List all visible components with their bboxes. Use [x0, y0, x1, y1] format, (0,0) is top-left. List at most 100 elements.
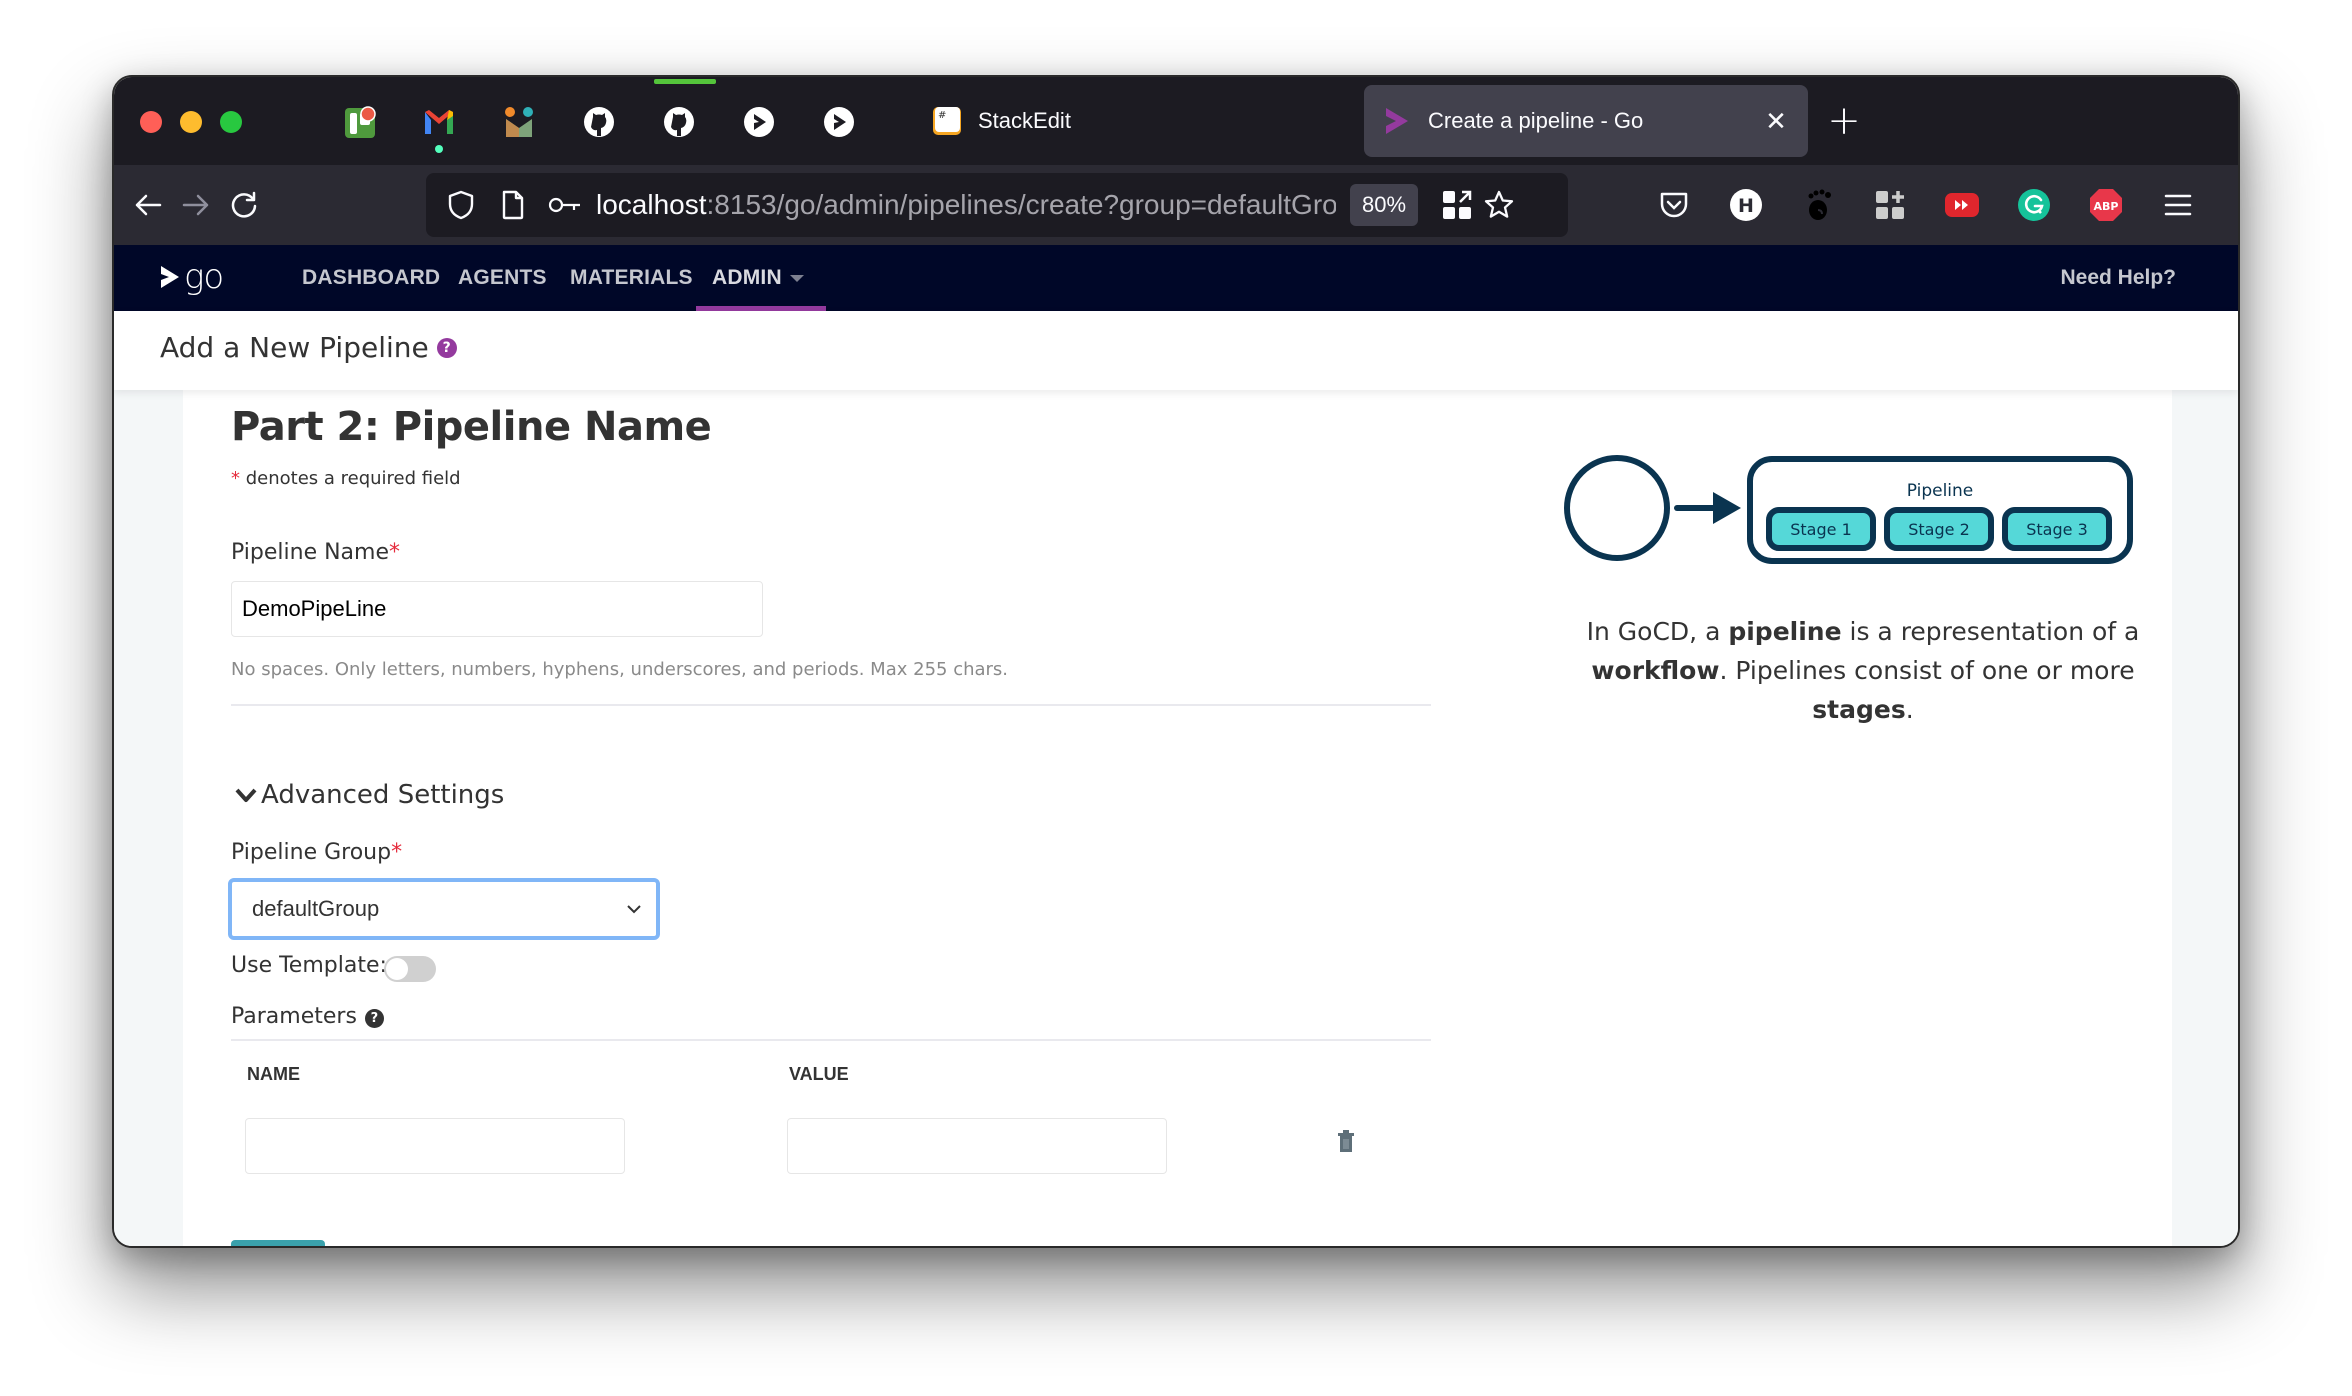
nav-dashboard[interactable]: DASHBOARD: [302, 245, 440, 311]
back-button[interactable]: [126, 183, 170, 227]
forward-button[interactable]: [174, 183, 218, 227]
gnome-extension[interactable]: [1798, 185, 1838, 225]
page-title-text: Add a New Pipeline: [160, 331, 429, 364]
use-template-toggle[interactable]: [384, 956, 436, 982]
apps-grid-extension[interactable]: [1870, 185, 1910, 225]
pinned-tab-indicator: [654, 79, 716, 84]
key-icon[interactable]: [548, 188, 582, 222]
add-parameter-button[interactable]: + Add: [231, 1240, 325, 1249]
content-panel: Part 2: Pipeline Name * denotes a requir…: [183, 390, 2172, 1249]
pinned-tab-gmail[interactable]: [422, 105, 456, 153]
page-icon[interactable]: [496, 188, 530, 222]
help-icon[interactable]: ?: [364, 1009, 384, 1028]
pinned-tab-app[interactable]: [502, 105, 536, 139]
label-text: Parameters: [231, 1004, 357, 1029]
bookmark-star-icon[interactable]: [1482, 188, 1516, 222]
pipeline-name-hint: No spaces. Only letters, numbers, hyphen…: [231, 659, 1009, 680]
browser-window: # StackEdit ✕ Create a pipeline - Go ✕ +: [112, 75, 2240, 1248]
trash-icon[interactable]: [1336, 1129, 1356, 1153]
nav-materials[interactable]: MATERIALS: [570, 245, 693, 311]
trello-icon: [345, 106, 376, 138]
nav-admin[interactable]: ADMIN: [696, 245, 826, 311]
pocket-icon: [1660, 192, 1688, 218]
apps-grid-icon: [1876, 191, 1904, 219]
parameters-label: Parameters?: [231, 1004, 384, 1029]
stackedit-icon: #: [933, 107, 961, 135]
grammarly-icon: [2018, 189, 2050, 221]
advanced-settings-toggle[interactable]: Advanced Settings: [235, 780, 504, 810]
github-icon: [584, 107, 614, 137]
use-template-label: Use Template:: [231, 953, 387, 978]
url-text[interactable]: localhost:8153/go/admin/pipelines/create…: [596, 189, 1336, 221]
stage-1: Stage 1: [1766, 507, 1876, 551]
parameter-value-input[interactable]: [787, 1118, 1167, 1174]
gocd-icon: [1386, 108, 1408, 134]
grammarly-extension[interactable]: [2014, 185, 2054, 225]
column-header-name: NAME: [247, 1064, 300, 1084]
pocket-button[interactable]: [1654, 185, 1694, 225]
nav-agents[interactable]: AGENTS: [458, 245, 547, 311]
pinned-tab-gocd-2[interactable]: [822, 105, 856, 139]
parameter-name-input[interactable]: [245, 1118, 625, 1174]
qr-code-icon[interactable]: [1440, 188, 1474, 222]
pinned-tab-github-1[interactable]: [582, 105, 616, 139]
label-text: Pipeline Group: [231, 840, 392, 865]
required-star: *: [231, 468, 240, 489]
pipeline-name-input[interactable]: [231, 581, 763, 637]
nav-admin-label: ADMIN: [712, 266, 782, 289]
shield-icon[interactable]: [444, 188, 478, 222]
gocd-icon: [744, 107, 774, 137]
plus-icon: +: [247, 1248, 261, 1249]
app-menu-button[interactable]: [2158, 185, 2198, 225]
pipeline-group-select[interactable]: defaultGroup: [228, 878, 660, 940]
adblock-plus-extension[interactable]: ABP: [2086, 185, 2126, 225]
required-star: *: [391, 840, 403, 865]
pinned-tab-github-2[interactable]: [662, 105, 696, 139]
gocd-logo-icon: [161, 266, 179, 288]
minimize-window-button[interactable]: [180, 111, 202, 133]
honey-extension[interactable]: H: [1726, 185, 1766, 225]
gocd-logo[interactable]: go: [158, 257, 224, 297]
required-note-text: denotes a required field: [240, 468, 461, 489]
gocd-top-nav: go DASHBOARD AGENTS MATERIALS ADMIN Need…: [114, 245, 2238, 311]
column-header-value: VALUE: [789, 1064, 849, 1084]
gmail-icon: [425, 110, 453, 134]
menu-icon: [2164, 194, 2192, 216]
tab-create-pipeline[interactable]: Create a pipeline - Go ✕: [1364, 85, 1808, 157]
label-text: Pipeline Name: [231, 540, 389, 565]
required-star: *: [389, 540, 400, 565]
svg-text:ABP: ABP: [2094, 200, 2119, 213]
page-header: Add a New Pipeline ?: [114, 311, 2238, 390]
github-icon: [664, 107, 694, 137]
reload-icon: [231, 191, 257, 218]
attention-dot: [435, 145, 443, 153]
pinned-tab-gocd-1[interactable]: [742, 105, 776, 139]
advanced-settings-label: Advanced Settings: [261, 780, 505, 810]
stage-2: Stage 2: [1884, 507, 1994, 551]
new-tab-button[interactable]: +: [1824, 101, 1864, 141]
zoom-level-badge[interactable]: 80%: [1350, 184, 1419, 226]
close-window-button[interactable]: [140, 111, 162, 133]
material-circle: [1564, 455, 1670, 561]
need-help-link[interactable]: Need Help?: [2060, 245, 2176, 311]
address-bar[interactable]: localhost:8153/go/admin/pipelines/create…: [426, 173, 1568, 237]
pipeline-illustration: Pipeline Stage 1 Stage 2 Stage 3: [1564, 455, 2133, 564]
toggle-knob: [386, 958, 408, 980]
tab-close-button[interactable]: ✕: [1756, 106, 1796, 137]
help-icon[interactable]: ?: [436, 337, 457, 358]
zoom-window-button[interactable]: [220, 111, 242, 133]
browser-toolbar: localhost:8153/go/admin/pipelines/create…: [114, 165, 2238, 245]
chevron-down-icon: [627, 905, 641, 914]
pinned-tab-trello[interactable]: [344, 105, 378, 139]
gocd-icon: [824, 107, 854, 137]
svg-text:H: H: [1738, 195, 1754, 217]
pipeline-group-label: Pipeline Group*: [231, 840, 402, 865]
pipeline-explanation: In GoCD, a pipeline is a representation …: [1586, 617, 2140, 724]
video-speed-extension[interactable]: [1942, 185, 1982, 225]
svg-text:Stage 2: Stage 2: [1908, 520, 1970, 539]
gnome-foot-icon: [1808, 189, 1831, 220]
svg-text:Stage 1: Stage 1: [1790, 520, 1852, 539]
caret-down-icon: [789, 274, 804, 282]
reload-button[interactable]: [222, 183, 266, 227]
required-field-note: * denotes a required field: [231, 468, 461, 489]
